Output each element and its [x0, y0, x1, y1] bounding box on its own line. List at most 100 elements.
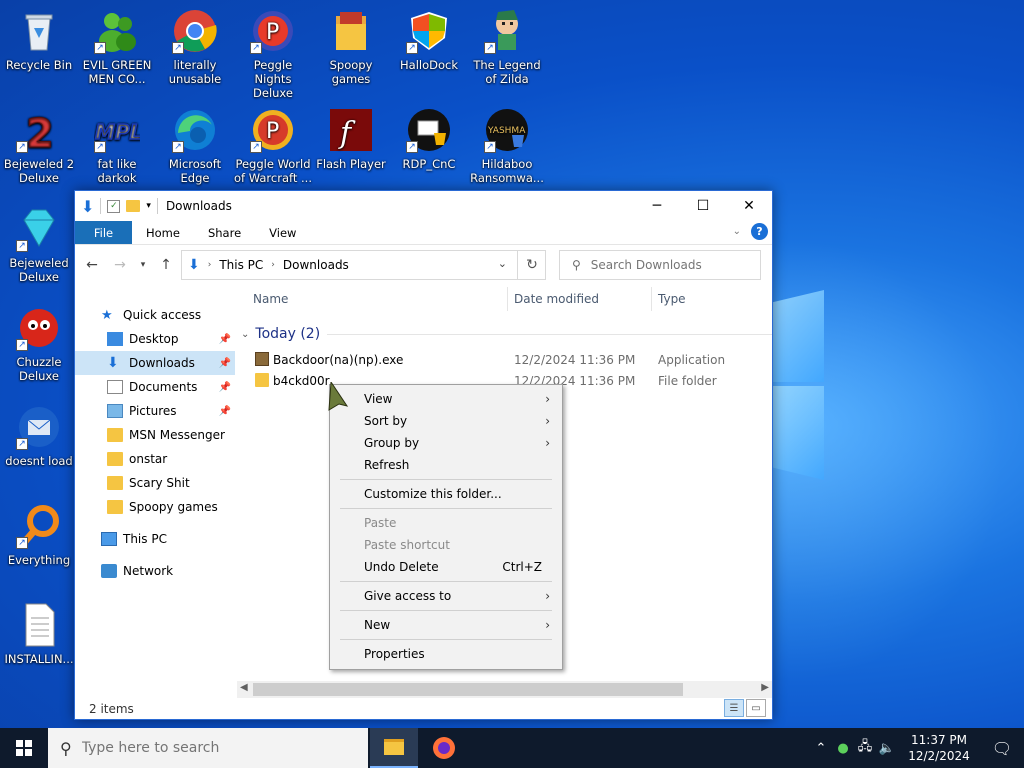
desktop-icon-hildaboo[interactable]: YASHMA ↗ Hildaboo Ransomwa...: [468, 107, 546, 185]
network-icon: [101, 564, 117, 578]
flash-icon: f: [328, 107, 374, 153]
show-hidden-icons-icon[interactable]: ⌃: [810, 741, 832, 756]
chrome-icon: ↗: [172, 8, 218, 54]
nav-folder-spoopy[interactable]: Spoopy games: [75, 495, 235, 519]
desktop-icon-doesnt-load[interactable]: ↗ doesnt load: [0, 404, 78, 468]
notification-icon[interactable]: 🗨: [980, 739, 1024, 758]
column-type[interactable]: Type: [658, 292, 686, 306]
horizontal-scrollbar[interactable]: ◀ ▶: [237, 681, 772, 698]
desktop-icon-literally-unusable[interactable]: ↗ literally unusable: [156, 8, 234, 86]
menu-item-sort-by[interactable]: Sort by ›: [330, 410, 562, 432]
refresh-button[interactable]: ↻: [517, 250, 546, 280]
scroll-left-icon[interactable]: ◀: [240, 682, 248, 693]
large-icons-view-icon[interactable]: ▭: [746, 699, 766, 717]
desktop-icon-flash-player[interactable]: f Flash Player: [312, 107, 390, 171]
mouse-cursor: [327, 380, 351, 412]
help-icon[interactable]: ?: [751, 223, 768, 240]
clock[interactable]: 11:37 PM 12/2/2024: [898, 732, 980, 764]
address-dropdown-icon[interactable]: ⌄: [498, 257, 507, 270]
desktop-icon-recycle-bin[interactable]: Recycle Bin: [0, 8, 78, 72]
menu-item-properties[interactable]: Properties: [330, 643, 562, 665]
forward-arrow-icon[interactable]: →: [109, 257, 131, 273]
user-icon[interactable]: ●: [832, 741, 854, 756]
column-date-modified[interactable]: Date modified: [514, 292, 599, 306]
search-input[interactable]: [590, 258, 741, 272]
diamond-icon: ↗: [16, 206, 62, 252]
search-box[interactable]: ⚲: [559, 250, 761, 280]
network-icon[interactable]: 🖧: [854, 737, 876, 759]
tab-share[interactable]: Share: [194, 221, 255, 244]
taskbar-file-explorer[interactable]: [370, 728, 418, 768]
desktop-icon-fat-like-darkok[interactable]: MPL ↗ fat like darkok: [78, 107, 156, 185]
expand-ribbon-icon[interactable]: ⌄: [733, 226, 741, 237]
address-bar[interactable]: ⬇ › This PC › Downloads ⌄: [181, 250, 546, 280]
nav-quick-access[interactable]: ★ Quick access: [75, 303, 235, 327]
up-arrow-icon[interactable]: ↑: [155, 257, 177, 273]
minimize-button[interactable]: ─: [634, 191, 680, 221]
nav-network[interactable]: Network: [75, 559, 235, 583]
desktop-icon-everything[interactable]: ↗ Everything: [0, 503, 78, 567]
desktop-icon-legend-of-zilda[interactable]: ↗ The Legend of Zilda: [468, 8, 546, 86]
tab-file[interactable]: File: [75, 221, 132, 244]
nav-folder-msn[interactable]: MSN Messenger: [75, 423, 235, 447]
menu-item-customize[interactable]: Customize this folder...: [330, 483, 562, 505]
desktop-icon-bejeweled-2[interactable]: 2 ↗ Bejeweled 2 Deluxe: [0, 107, 78, 186]
details-view-icon[interactable]: ☰: [724, 699, 744, 717]
menu-item-view[interactable]: View ›: [330, 388, 562, 410]
title-bar[interactable]: ⬇ ✓ ▾ Downloads ─ ☐ ✕: [75, 191, 772, 221]
menu-item-group-by[interactable]: Group by ›: [330, 432, 562, 454]
tab-home[interactable]: Home: [132, 221, 194, 244]
desktop-icon-spoopy-games[interactable]: Spoopy games: [312, 8, 390, 86]
maximize-button[interactable]: ☐: [680, 191, 726, 221]
nav-downloads[interactable]: ⬇ Downloads 📌: [75, 351, 235, 375]
file-row[interactable]: Backdoor(na)(np).exe 12/2/2024 11:36 PM …: [237, 349, 772, 370]
taskbar-search-input[interactable]: [81, 740, 352, 756]
desktop-icon-peggle-wow[interactable]: P ↗ Peggle World of Warcraft ...: [234, 107, 312, 185]
menu-item-new[interactable]: New ›: [330, 614, 562, 636]
new-folder-icon[interactable]: [126, 200, 141, 212]
desktop-icon-rdp-cnc[interactable]: ↗ RDP_CnC: [390, 107, 468, 171]
shortcut-arrow-icon: ↗: [172, 141, 184, 153]
back-arrow-icon[interactable]: ←: [81, 257, 103, 273]
column-headers: Name Date modified Type: [237, 283, 772, 315]
close-button[interactable]: ✕: [726, 191, 772, 221]
group-header-today[interactable]: ⌄ Today (2): [237, 323, 772, 345]
desktop-icon-chuzzle[interactable]: ↗ Chuzzle Deluxe: [0, 305, 78, 383]
menu-item-refresh[interactable]: Refresh: [330, 454, 562, 476]
menu-item-undo-delete[interactable]: Undo Delete Ctrl+Z: [330, 556, 562, 578]
quick-access-dropdown-icon[interactable]: ▾: [146, 201, 151, 211]
properties-checkbox-icon[interactable]: ✓: [107, 199, 121, 213]
column-name[interactable]: Name: [253, 292, 288, 306]
breadcrumb-downloads[interactable]: Downloads: [283, 258, 349, 272]
recent-locations-icon[interactable]: ▾: [137, 260, 149, 270]
desktop-icon-microsoft-edge[interactable]: ↗ Microsoft Edge: [156, 107, 234, 185]
nav-folder-onstar[interactable]: onstar: [75, 447, 235, 471]
documents-icon: [107, 380, 123, 394]
folder-icon: [328, 8, 374, 54]
taskbar-search[interactable]: ⚲: [48, 728, 368, 768]
start-button[interactable]: [0, 728, 48, 768]
volume-icon[interactable]: 🔈: [876, 741, 898, 756]
window-title: Downloads: [165, 199, 232, 213]
desktop-icon-peggle-nights[interactable]: P ↗ Peggle Nights Deluxe: [234, 8, 312, 100]
submenu-arrow-icon: ›: [545, 436, 550, 450]
desktop-icon-hallodock[interactable]: ↗ HalloDock: [390, 8, 468, 72]
breadcrumb-separator-icon[interactable]: ›: [271, 260, 275, 270]
nav-folder-scary[interactable]: Scary Shit: [75, 471, 235, 495]
menu-item-give-access[interactable]: Give access to ›: [330, 585, 562, 607]
desktop-icon-bejeweled-deluxe[interactable]: ↗ Bejeweled Deluxe: [0, 206, 78, 284]
nav-documents[interactable]: Documents 📌: [75, 375, 235, 399]
nav-this-pc[interactable]: This PC: [75, 527, 235, 551]
desktop-icon-evil-green-men[interactable]: ↗ EVIL GREEN MEN CO...: [78, 8, 156, 86]
taskbar-firefox[interactable]: [420, 728, 468, 768]
nav-pictures[interactable]: Pictures 📌: [75, 399, 235, 423]
breadcrumb-separator-icon[interactable]: ›: [208, 260, 212, 270]
peggle-icon: P ↗: [250, 8, 296, 54]
tab-view[interactable]: View: [255, 221, 310, 244]
breadcrumb-this-pc[interactable]: This PC: [219, 258, 263, 272]
desktop-icon-installing[interactable]: INSTALLIN...: [0, 602, 78, 666]
scrollbar-thumb[interactable]: [253, 683, 683, 696]
scroll-right-icon[interactable]: ▶: [761, 682, 769, 693]
bejeweled-2-icon: 2 ↗: [16, 107, 62, 158]
nav-desktop[interactable]: Desktop 📌: [75, 327, 235, 351]
